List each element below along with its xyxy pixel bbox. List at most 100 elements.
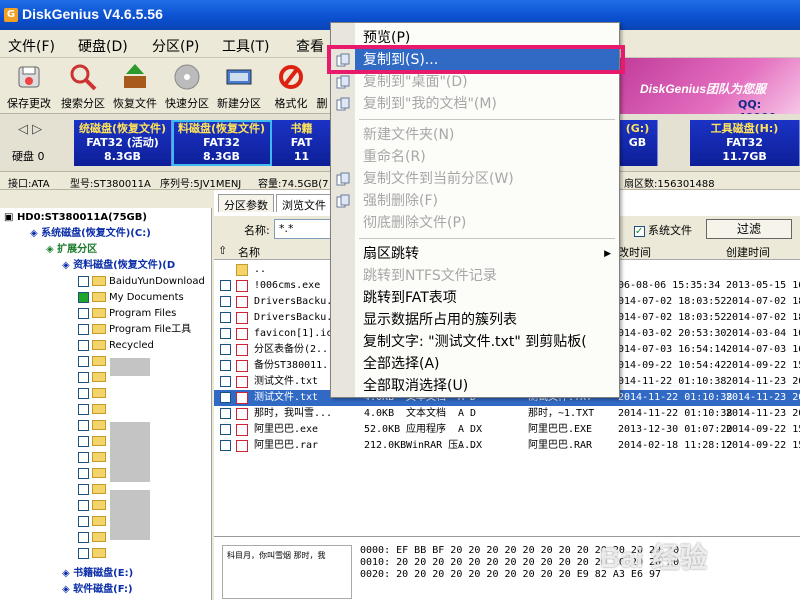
menu-disk[interactable]: 硬盘(D) <box>78 36 128 56</box>
file-checkbox[interactable] <box>220 312 231 323</box>
col-created[interactable]: 创建时间 <box>726 244 770 260</box>
tree-folder-baidu[interactable]: BaiduYunDownload <box>78 274 205 290</box>
menu-separator <box>359 119 615 120</box>
folder-icon <box>92 388 106 398</box>
menu-partition[interactable]: 分区(P) <box>152 36 199 56</box>
search-icon <box>70 64 97 91</box>
file-row[interactable]: 阿里巴巴.exe 52.0KB 应用程序 A DX 阿里巴巴.EXE 2013-12-30… <box>214 422 800 438</box>
file-icon <box>236 328 248 340</box>
tree-folder[interactable] <box>78 450 109 466</box>
menu-separator <box>359 238 615 239</box>
sort-up-icon[interactable]: ⇧ <box>218 244 227 257</box>
app-icon: G <box>4 8 18 22</box>
file-ctime: 2014-11-23 20 <box>726 392 800 403</box>
file-checkbox[interactable] <box>220 376 231 387</box>
copy-partition-icon <box>336 172 350 186</box>
folder-icon <box>92 548 106 558</box>
tab-browse-files[interactable]: 浏览文件 <box>276 194 332 212</box>
file-checkbox[interactable] <box>220 280 231 291</box>
tree-folder[interactable] <box>78 546 109 562</box>
watermark: Bai 经验 <box>600 542 708 573</box>
context-menu-item: 跳转到NTFS文件记录 <box>363 268 497 284</box>
folder-icon <box>92 404 106 414</box>
name-filter-input[interactable]: *.* <box>274 219 334 239</box>
menu-tools[interactable]: 工具(T) <box>222 36 269 56</box>
tree-folder[interactable] <box>78 530 109 546</box>
partition-g[interactable]: (G:) GB <box>618 120 658 166</box>
file-name: 备份ST380011... <box>254 360 341 371</box>
partition-h[interactable]: 工具磁盘(H:) FAT32 11.7GB <box>690 120 800 166</box>
file-size: 52.0KB <box>364 424 401 435</box>
file-ctime: 2014-03-04 10 <box>726 328 800 339</box>
file-row[interactable]: 阿里巴巴.rar 212.0KB WinRAR 压... A DX 阿里巴巴.RAR 20… <box>214 438 800 454</box>
format-icon <box>279 65 303 89</box>
system-files-checkbox[interactable]: ✓ 系统文件 <box>634 222 692 238</box>
context-menu-item[interactable]: 跳转到FAT表项 <box>355 287 619 309</box>
tree-partition-f[interactable]: ◈ 软件磁盘(F:) <box>62 582 133 598</box>
file-checkbox[interactable] <box>220 424 231 435</box>
tree-folder-program-tools[interactable]: Program File工具 <box>78 322 191 338</box>
file-size: 4.0KB <box>364 408 395 419</box>
file-row[interactable]: 那时，我叫雪... 4.0KB 文本文档 A D 那时，~1.TXT 2014-11-22… <box>214 406 800 422</box>
filter-button[interactable]: 过滤 <box>706 219 792 239</box>
tree-folder-mydocs[interactable]: My Documents <box>78 290 184 306</box>
disk-nav-arrows[interactable]: ◁ ▷ <box>18 122 42 137</box>
tree-folder[interactable] <box>78 354 109 370</box>
file-checkbox[interactable] <box>220 328 231 339</box>
file-checkbox[interactable] <box>220 392 231 403</box>
tree-folder[interactable] <box>78 514 109 530</box>
context-menu-item[interactable]: 复制文字: "测试文件.txt" 到剪贴板( <box>355 331 619 353</box>
file-name: 阿里巴巴.exe <box>254 424 319 435</box>
file-mtime: 014-07-02 18:03:52 <box>618 296 727 307</box>
menu-view[interactable]: 查看 <box>296 36 324 56</box>
tree-extended[interactable]: ◈ 扩展分区 <box>46 242 97 258</box>
search-partition-button[interactable]: 搜索分区 <box>56 60 110 112</box>
context-menu-item[interactable]: 全部取消选择(U) <box>355 375 619 397</box>
partition-d[interactable]: 料磁盘(恢复文件) FAT32 8.3GB <box>172 120 272 166</box>
file-checkbox[interactable] <box>220 296 231 307</box>
file-short: 阿里巴巴.EXE <box>528 424 593 435</box>
format-button[interactable]: 格式化 <box>264 60 318 112</box>
partition-e[interactable]: 书籍 FAT 11 <box>272 120 332 166</box>
tree-folder[interactable] <box>78 434 109 450</box>
file-icon <box>236 296 248 308</box>
file-checkbox[interactable] <box>220 440 231 451</box>
file-ctime: 2014-07-02 18 <box>726 296 800 307</box>
tree-folder[interactable] <box>78 418 109 434</box>
tree-partition-c[interactable]: ◈ 系统磁盘(恢复文件)(C:) <box>30 226 151 242</box>
recover-files-button[interactable]: 恢复文件 <box>108 60 162 112</box>
tree-folder[interactable] <box>78 370 109 386</box>
context-menu-item[interactable]: 全部选择(A) <box>355 353 619 375</box>
tree-folder[interactable] <box>78 402 109 418</box>
file-checkbox[interactable] <box>220 360 231 371</box>
tab-partition-params[interactable]: 分区参数 <box>218 194 274 212</box>
tree-folder[interactable] <box>78 466 109 482</box>
menu-file[interactable]: 文件(F) <box>8 36 55 56</box>
file-icon <box>236 344 248 356</box>
context-menu-item[interactable]: 扇区跳转 ▶ <box>355 243 619 265</box>
file-ctime: 2014-11-23 20 <box>726 408 800 419</box>
context-menu-item: 复制到"我的文档"(M) <box>363 96 497 112</box>
save-changes-button[interactable]: 保存更改 <box>2 60 56 112</box>
tree-disk-hd0[interactable]: ▣ HD0:ST380011A(75GB) <box>4 210 147 226</box>
delete-icon: 删 <box>316 97 328 110</box>
tree-partition-d[interactable]: ◈ 资料磁盘(恢复文件)(D <box>62 258 175 274</box>
file-attr: A D <box>458 408 477 419</box>
tree-folder-recycled[interactable]: Recycled <box>78 338 154 354</box>
context-menu-item[interactable]: 显示数据所占用的簇列表 <box>355 309 619 331</box>
file-mtime: 2014-11-22 01:10:38 <box>618 392 733 403</box>
disk-icon <box>174 64 200 90</box>
tree-folder-program-files[interactable]: Program Files <box>78 306 176 322</box>
col-name[interactable]: 名称 <box>238 244 260 260</box>
col-modified[interactable]: 改时间 <box>618 244 651 260</box>
partition-c[interactable]: 统磁盘(恢复文件) FAT32 (活动) 8.3GB <box>74 120 172 166</box>
tree-folder[interactable] <box>78 386 109 402</box>
file-checkbox[interactable] <box>220 408 231 419</box>
new-partition-button[interactable]: 新建分区 <box>212 60 266 112</box>
quick-partition-button[interactable]: 快速分区 <box>160 60 214 112</box>
tree-folder[interactable] <box>78 498 109 514</box>
file-checkbox[interactable] <box>220 344 231 355</box>
file-ctime: 2014-07-03 16 <box>726 344 800 355</box>
tree-partition-e[interactable]: ◈ 书籍磁盘(E:) <box>62 566 133 582</box>
tree-folder[interactable] <box>78 482 109 498</box>
